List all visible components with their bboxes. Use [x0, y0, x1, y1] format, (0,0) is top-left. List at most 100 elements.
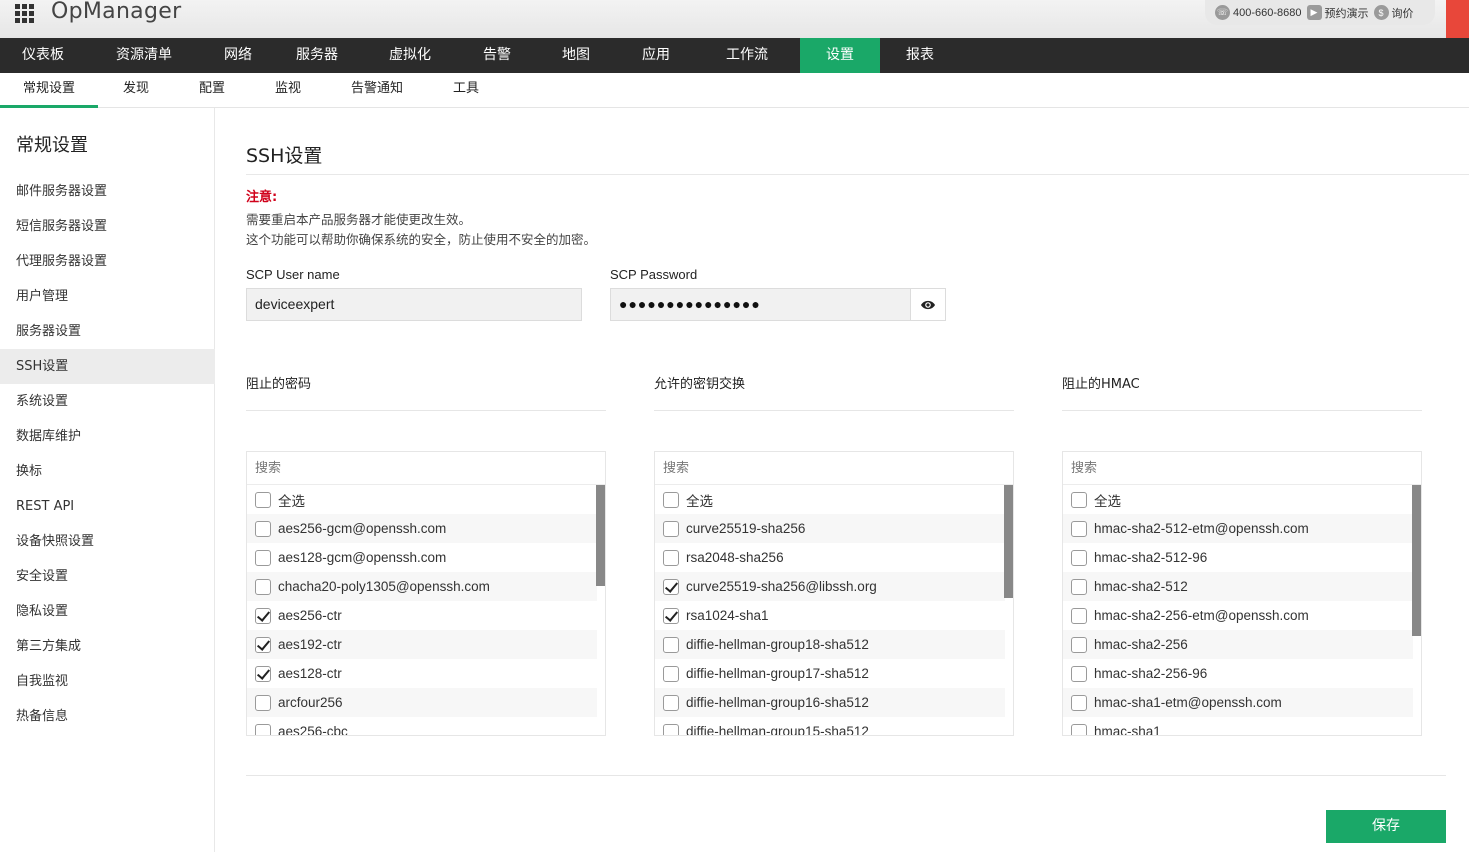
nav-virtualization[interactable]: 虚拟化	[360, 38, 460, 73]
list-item[interactable]: diffie-hellman-group17-sha512	[655, 659, 1005, 688]
nav-dashboard[interactable]: 仪表板	[0, 38, 86, 73]
checkbox-checked[interactable]	[663, 607, 679, 624]
sidebar-item-system-settings[interactable]: 系统设置	[0, 384, 215, 419]
checkbox[interactable]	[1071, 694, 1087, 711]
checkbox[interactable]	[255, 694, 271, 711]
demo-link[interactable]: 预约演示	[1325, 5, 1369, 21]
sidebar-item-server-settings[interactable]: 服务器设置	[0, 314, 215, 349]
list-item[interactable]: diffie-hellman-group18-sha512	[655, 630, 1005, 659]
sidebar-item-failover-info[interactable]: 热备信息	[0, 699, 215, 734]
checkbox[interactable]	[255, 491, 271, 508]
list-item[interactable]: rsa1024-sha1	[655, 601, 1005, 630]
checkbox[interactable]	[255, 549, 271, 566]
scp-password-input[interactable]: ●●●●●●●●●●●●●●●	[610, 288, 911, 321]
list-item[interactable]: arcfour256	[247, 688, 597, 717]
list-item[interactable]: 全选	[655, 485, 1005, 514]
checkbox[interactable]	[1071, 723, 1087, 735]
sidebar-item-proxy-server[interactable]: 代理服务器设置	[0, 244, 215, 279]
tab-monitoring[interactable]: 监视	[250, 73, 326, 108]
checkbox[interactable]	[663, 491, 679, 508]
list-item[interactable]: curve25519-sha256	[655, 514, 1005, 543]
save-button[interactable]: 保存	[1326, 810, 1446, 843]
list-item[interactable]: aes192-ctr	[247, 630, 597, 659]
checkbox-checked[interactable]	[255, 665, 271, 682]
checkbox[interactable]	[663, 636, 679, 653]
checkbox[interactable]	[663, 549, 679, 566]
tab-discovery[interactable]: 发现	[98, 73, 174, 108]
checkbox[interactable]	[1071, 607, 1087, 624]
list-item[interactable]: hmac-sha2-256	[1063, 630, 1413, 659]
checkbox-checked[interactable]	[663, 578, 679, 595]
tab-general-settings[interactable]: 常规设置	[0, 73, 98, 108]
allowed-kex-search[interactable]: 搜索	[655, 452, 1013, 485]
list-item[interactable]: hmac-sha2-512-96	[1063, 543, 1413, 572]
list-item[interactable]: aes128-gcm@openssh.com	[247, 543, 597, 572]
checkbox[interactable]	[1071, 636, 1087, 653]
list-item[interactable]: 全选	[1063, 485, 1413, 514]
sidebar-item-rest-api[interactable]: REST API	[0, 489, 215, 524]
list-item[interactable]: aes256-cbc	[247, 717, 597, 735]
checkbox-checked[interactable]	[255, 636, 271, 653]
sidebar-item-db-maintenance[interactable]: 数据库维护	[0, 419, 215, 454]
sidebar-item-self-monitoring[interactable]: 自我监视	[0, 664, 215, 699]
checkbox[interactable]	[1071, 665, 1087, 682]
checkbox[interactable]	[255, 723, 271, 735]
nav-inventory[interactable]: 资源清单	[86, 38, 202, 73]
nav-apps[interactable]: 应用	[618, 38, 694, 73]
blocked-ciphers-scrollbar[interactable]	[596, 485, 605, 586]
phone-number[interactable]: 400-660-8680	[1233, 7, 1302, 19]
list-item[interactable]: diffie-hellman-group16-sha512	[655, 688, 1005, 717]
sidebar-item-rebranding[interactable]: 换标	[0, 454, 215, 489]
sidebar-item-sms-server[interactable]: 短信服务器设置	[0, 209, 215, 244]
tab-tools[interactable]: 工具	[428, 73, 504, 108]
list-item[interactable]: chacha20-poly1305@openssh.com	[247, 572, 597, 601]
list-item[interactable]: hmac-sha2-512-etm@openssh.com	[1063, 514, 1413, 543]
list-item[interactable]: hmac-sha2-512	[1063, 572, 1413, 601]
list-item[interactable]: hmac-sha1	[1063, 717, 1413, 735]
quote-link[interactable]: 询价	[1392, 5, 1414, 21]
nav-maps[interactable]: 地图	[534, 38, 618, 73]
checkbox[interactable]	[255, 520, 271, 537]
sidebar-item-third-party[interactable]: 第三方集成	[0, 629, 215, 664]
show-password-button[interactable]	[910, 288, 946, 321]
list-item[interactable]: aes256-gcm@openssh.com	[247, 514, 597, 543]
nav-servers[interactable]: 服务器	[274, 38, 360, 73]
blocked-hmac-scrollbar[interactable]	[1412, 485, 1421, 636]
checkbox[interactable]	[1071, 549, 1087, 566]
nav-reports[interactable]: 报表	[880, 38, 960, 73]
checkbox[interactable]	[663, 723, 679, 735]
nav-alarms[interactable]: 告警	[460, 38, 534, 73]
checkbox[interactable]	[1071, 491, 1087, 508]
checkbox[interactable]	[255, 578, 271, 595]
list-item[interactable]: 全选	[247, 485, 597, 514]
allowed-kex-scrollbar[interactable]	[1004, 485, 1013, 598]
list-item[interactable]: curve25519-sha256@libssh.org	[655, 572, 1005, 601]
sidebar-item-user-management[interactable]: 用户管理	[0, 279, 215, 314]
tab-configuration[interactable]: 配置	[174, 73, 250, 108]
blocked-hmac-search[interactable]: 搜索	[1063, 452, 1421, 485]
checkbox[interactable]	[1071, 520, 1087, 537]
checkbox[interactable]	[663, 520, 679, 537]
list-item[interactable]: aes128-ctr	[247, 659, 597, 688]
sidebar-item-security-settings[interactable]: 安全设置	[0, 559, 215, 594]
nav-workflow[interactable]: 工作流	[694, 38, 800, 73]
list-item[interactable]: hmac-sha1-etm@openssh.com	[1063, 688, 1413, 717]
checkbox[interactable]	[663, 665, 679, 682]
list-item[interactable]: hmac-sha2-256-96	[1063, 659, 1413, 688]
blocked-ciphers-search[interactable]: 搜索	[247, 452, 605, 485]
sidebar-item-privacy-settings[interactable]: 隐私设置	[0, 594, 215, 629]
checkbox[interactable]	[663, 694, 679, 711]
nav-network[interactable]: 网络	[202, 38, 274, 73]
feedback-tab[interactable]	[1446, 0, 1469, 38]
list-item[interactable]: hmac-sha2-256-etm@openssh.com	[1063, 601, 1413, 630]
list-item[interactable]: diffie-hellman-group15-sha512	[655, 717, 1005, 735]
list-item[interactable]: aes256-ctr	[247, 601, 597, 630]
list-item[interactable]: rsa2048-sha256	[655, 543, 1005, 572]
sidebar-item-ssh-settings[interactable]: SSH设置	[0, 349, 215, 384]
scp-username-input[interactable]: deviceexpert	[246, 288, 582, 321]
sidebar-item-mail-server[interactable]: 邮件服务器设置	[0, 174, 215, 209]
sidebar-item-device-snapshot[interactable]: 设备快照设置	[0, 524, 215, 559]
nav-settings[interactable]: 设置	[800, 38, 880, 73]
checkbox-checked[interactable]	[255, 607, 271, 624]
tab-notifications[interactable]: 告警通知	[326, 73, 428, 108]
